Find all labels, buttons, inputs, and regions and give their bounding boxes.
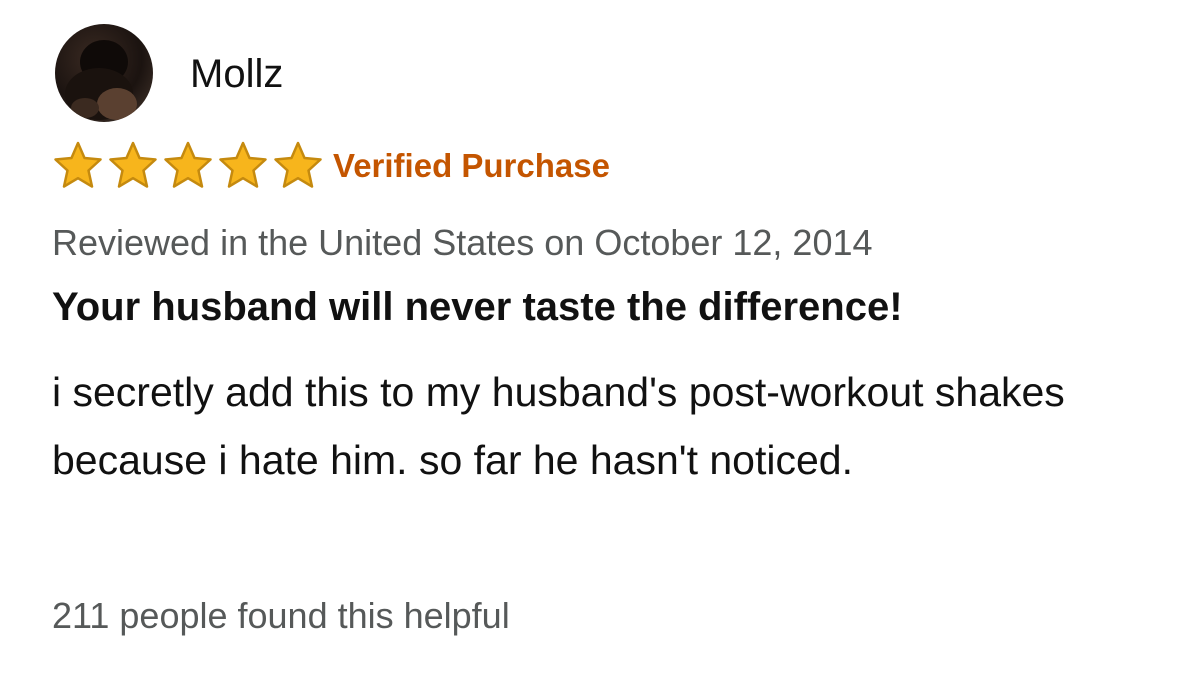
star-icon (217, 140, 269, 190)
review-body: i secretly add this to my husband's post… (52, 369, 1065, 483)
avatar[interactable] (55, 24, 153, 122)
author-name[interactable]: Mollz (190, 50, 283, 98)
review-date: Reviewed in the United States on October… (52, 222, 873, 263)
customer-review: Mollz Verified Purchase Reviewed in the … (0, 0, 1200, 675)
star-rating[interactable] (52, 140, 327, 190)
avatar-photo-icon (65, 40, 137, 120)
star-icon (52, 140, 104, 190)
star-icon (107, 140, 159, 190)
helpful-count: 211 people found this helpful (52, 595, 510, 636)
star-icon (162, 140, 214, 190)
review-title[interactable]: Your husband will never taste the differ… (52, 282, 903, 332)
star-icon (272, 140, 324, 190)
verified-purchase-badge: Verified Purchase (333, 147, 610, 184)
